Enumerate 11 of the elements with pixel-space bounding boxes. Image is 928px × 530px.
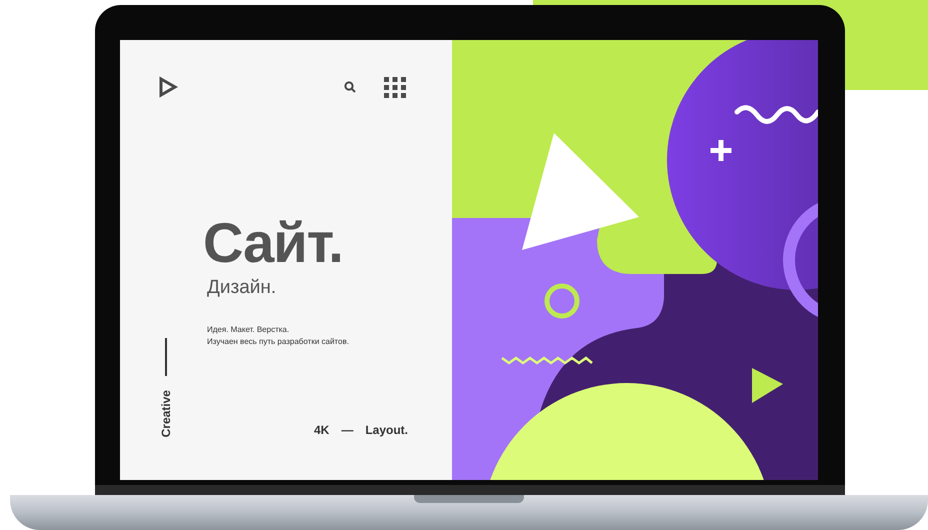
hero-title: Сайт. xyxy=(203,214,343,272)
grid-menu-icon[interactable] xyxy=(384,76,406,98)
description-line: Идея. Макет. Верстка. xyxy=(207,324,290,336)
footer-label: 4K xyxy=(314,422,330,440)
triangle-logo-icon[interactable] xyxy=(158,76,178,98)
hero-subtitle: Дизайн. xyxy=(207,276,276,300)
search-icon[interactable] xyxy=(344,81,356,93)
footer-separator: — xyxy=(341,422,354,440)
side-label: Creative xyxy=(158,390,174,438)
description-line: Изучаен весь путь разработки сайтов. xyxy=(207,336,349,348)
footer-label: Layout. xyxy=(365,422,408,440)
